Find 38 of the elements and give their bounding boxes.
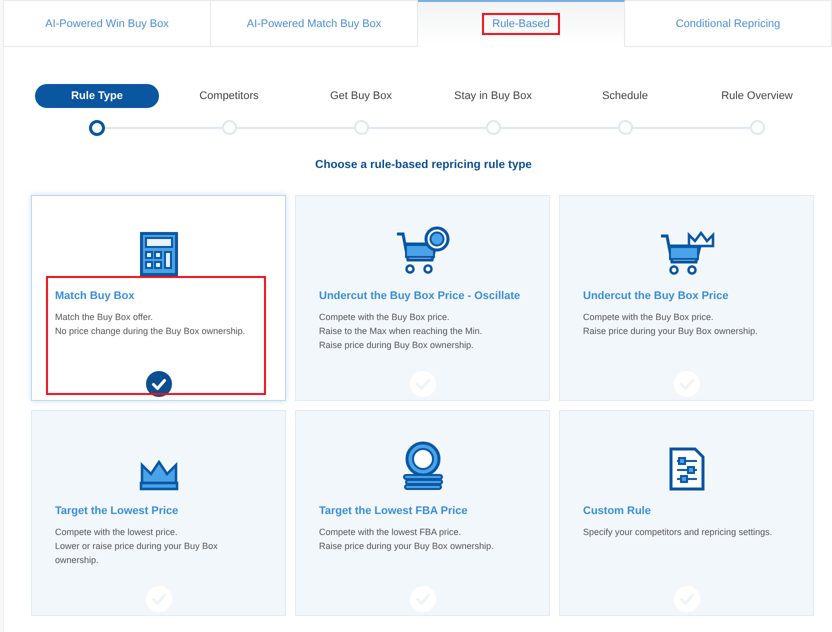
card-title: Target the Lowest FBA Price xyxy=(319,505,469,517)
calculator-icon xyxy=(140,232,178,276)
step-label[interactable]: Rule Type xyxy=(35,84,159,108)
crown-icon xyxy=(138,459,180,491)
step-label[interactable]: Rule Overview xyxy=(711,84,803,108)
rule-type-card[interactable]: Target the Lowest Price Compete with the lowest price. Lower or raise price during your Buy Box ownership. xyxy=(31,410,286,616)
card-title: Target the Lowest Price xyxy=(55,505,180,517)
rule-type-card[interactable]: Undercut the Buy Box Price Compete with the Buy Box price. Raise price during your Buy Box ownership. xyxy=(559,195,814,401)
card-description: Compete with the lowest price. xyxy=(55,526,179,539)
card-description: Raise price during Buy Box ownership. xyxy=(319,339,475,352)
step-label[interactable]: Competitors xyxy=(189,84,269,108)
highlight-box: Rule-Based xyxy=(484,15,558,33)
card-description: No price change during the Buy Box ownership. xyxy=(55,325,246,338)
card-description: Lower or raise price during your Buy Box ownership. xyxy=(55,540,219,567)
card-description: Specify your competitors and repricing settings. xyxy=(583,526,774,539)
cart-crown-icon xyxy=(658,230,714,276)
document-sliders-icon xyxy=(668,447,704,491)
section-heading: Choose a rule-based repricing rule type xyxy=(314,159,533,171)
card-title: Custom Rule xyxy=(583,505,652,517)
cart-coin-icon xyxy=(394,226,450,276)
step-label[interactable]: Stay in Buy Box xyxy=(444,84,542,108)
card-description: Raise to the Max when reaching the Min. xyxy=(319,325,484,338)
step-label[interactable]: Schedule xyxy=(592,84,658,108)
card-title: Match Buy Box xyxy=(55,290,136,302)
rule-type-card[interactable]: Target the Lowest FBA Price Compete with the lowest FBA price. Raise price during your Buy Box ownership. xyxy=(295,410,550,616)
rule-type-card[interactable]: Custom Rule Specify your competitors and repricing settings. xyxy=(559,410,814,616)
card-title: Undercut the Buy Box Price xyxy=(583,290,730,302)
card-description: Raise price during your Buy Box ownership. xyxy=(583,325,759,338)
card-description: Compete with the Buy Box price. xyxy=(583,311,715,324)
card-description: Compete with the Buy Box price. xyxy=(319,311,451,324)
rule-type-card[interactable]: Match Buy Box Match the Buy Box offer. No price change during the Buy Box ownership. xyxy=(31,195,286,401)
card-description: Raise price during your Buy Box ownership. xyxy=(319,540,495,553)
rule-type-card[interactable]: Undercut the Buy Box Price - Oscillate Compete with the Buy Box price. Raise to the Max when reaching the Min. Raise price during Buy Box ownership. xyxy=(295,195,550,401)
coin-stack-icon xyxy=(400,441,444,491)
step-label[interactable]: Get Buy Box xyxy=(320,84,402,108)
card-description: Compete with the lowest FBA price. xyxy=(319,526,462,539)
card-title: Undercut the Buy Box Price - Oscillate xyxy=(319,290,522,302)
card-description: Match the Buy Box offer. xyxy=(55,311,154,324)
